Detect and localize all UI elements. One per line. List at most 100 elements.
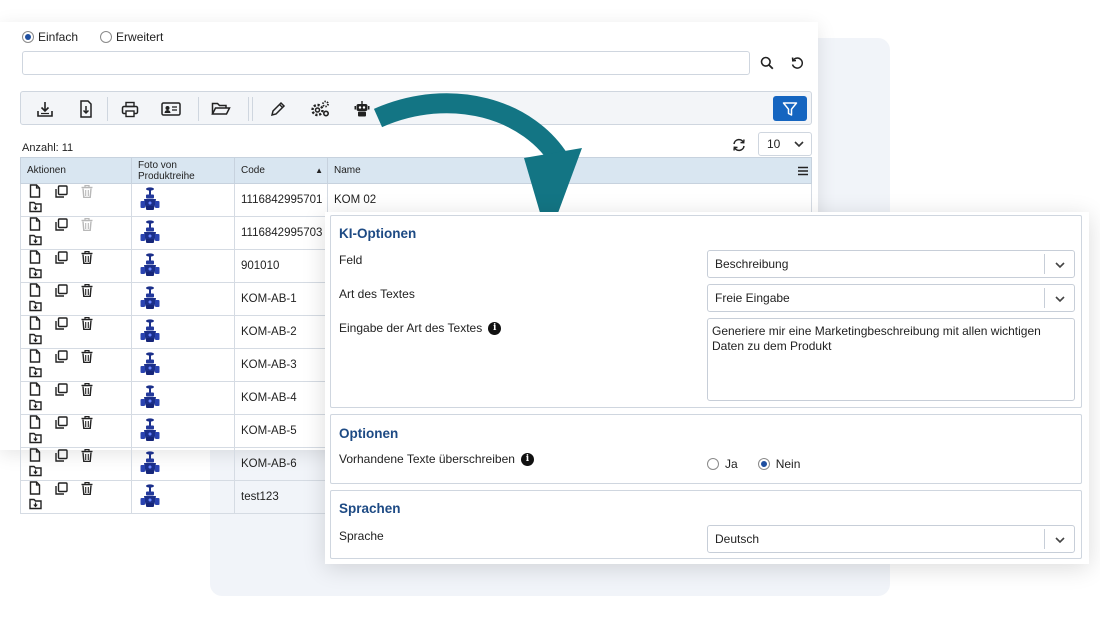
reset-icon[interactable] bbox=[786, 52, 808, 74]
chevron-down-icon bbox=[1055, 537, 1065, 544]
mode-simple-radio[interactable] bbox=[22, 31, 34, 43]
view-document-icon[interactable] bbox=[29, 250, 55, 267]
import-icon[interactable] bbox=[32, 97, 58, 121]
view-document-icon[interactable] bbox=[29, 448, 55, 465]
print-icon[interactable] bbox=[117, 97, 143, 121]
copy-icon[interactable] bbox=[55, 481, 81, 498]
view-document-icon[interactable] bbox=[29, 382, 55, 399]
view-document-icon[interactable] bbox=[29, 349, 55, 366]
mode-advanced-label[interactable]: Erweitert bbox=[116, 30, 163, 44]
delete-icon[interactable] bbox=[81, 250, 107, 267]
filter-button[interactable] bbox=[773, 96, 807, 121]
ki-options-section: KI-Optionen Feld Beschreibung Art des Te… bbox=[330, 215, 1082, 408]
row-code: 901010 bbox=[234, 249, 328, 283]
info-icon[interactable]: i bbox=[488, 321, 502, 335]
row-actions bbox=[20, 282, 132, 316]
sprachen-section: Sprachen Sprache Deutsch bbox=[330, 490, 1082, 559]
delete-icon[interactable] bbox=[81, 382, 107, 399]
delete-icon bbox=[81, 217, 107, 234]
product-photo bbox=[131, 315, 235, 349]
column-header-code[interactable]: Code ▲ bbox=[234, 157, 328, 184]
export-icon[interactable] bbox=[73, 97, 99, 121]
copy-icon[interactable] bbox=[55, 415, 81, 432]
overwrite-no-label[interactable]: Nein bbox=[776, 457, 801, 471]
eingabe-label-text: Eingabe der Art des Textes bbox=[339, 321, 483, 335]
settings-icon[interactable] bbox=[307, 97, 333, 121]
copy-icon[interactable] bbox=[55, 448, 81, 465]
info-icon[interactable]: i bbox=[520, 452, 534, 466]
sprache-select-value: Deutsch bbox=[715, 532, 760, 546]
delete-icon[interactable] bbox=[81, 283, 107, 300]
move-to-folder-icon[interactable] bbox=[29, 234, 55, 249]
row-code: 1116842995701 bbox=[234, 183, 328, 217]
move-to-folder-icon[interactable] bbox=[29, 399, 55, 414]
mode-simple-label[interactable]: Einfach bbox=[38, 30, 78, 44]
view-document-icon[interactable] bbox=[29, 415, 55, 432]
copy-icon[interactable] bbox=[55, 382, 81, 399]
delete-icon[interactable] bbox=[81, 349, 107, 366]
move-to-folder-icon[interactable] bbox=[29, 366, 55, 381]
chevron-down-icon bbox=[1055, 296, 1065, 303]
overwrite-no-radio[interactable] bbox=[757, 458, 770, 470]
copy-icon[interactable] bbox=[55, 250, 81, 267]
search-icon[interactable] bbox=[756, 52, 778, 74]
move-to-folder-icon[interactable] bbox=[29, 201, 55, 216]
copy-icon[interactable] bbox=[55, 283, 81, 300]
column-header-name-label: Name bbox=[334, 165, 361, 176]
art-select-value: Freie Eingabe bbox=[715, 291, 790, 305]
delete-icon[interactable] bbox=[81, 316, 107, 333]
view-document-icon[interactable] bbox=[29, 184, 55, 201]
row-actions bbox=[20, 480, 132, 514]
feld-select[interactable]: Beschreibung bbox=[707, 250, 1075, 278]
overwrite-yes-radio[interactable] bbox=[707, 458, 719, 470]
row-actions bbox=[20, 216, 132, 250]
move-to-folder-icon[interactable] bbox=[29, 300, 55, 315]
move-to-folder-icon[interactable] bbox=[29, 432, 55, 447]
sprache-select[interactable]: Deutsch bbox=[707, 525, 1075, 553]
copy-icon[interactable] bbox=[55, 184, 81, 201]
stage: Einfach Erweitert Anzahl: 11 10 Aktionen… bbox=[0, 0, 1100, 635]
page-size-select[interactable]: 10 bbox=[758, 132, 812, 156]
contact-card-icon[interactable] bbox=[158, 97, 184, 121]
delete-icon[interactable] bbox=[81, 481, 107, 498]
result-count: Anzahl: 11 bbox=[22, 142, 74, 154]
delete-icon bbox=[81, 184, 107, 201]
view-document-icon[interactable] bbox=[29, 316, 55, 333]
row-actions bbox=[20, 414, 132, 448]
product-photo bbox=[131, 447, 235, 481]
column-header-photo[interactable]: Foto von Produktreihe bbox=[131, 157, 235, 184]
view-document-icon[interactable] bbox=[29, 283, 55, 300]
eingabe-textarea[interactable]: Generiere mir eine Marketingbeschreibung… bbox=[707, 318, 1075, 401]
delete-icon[interactable] bbox=[81, 415, 107, 432]
mode-advanced-radio[interactable] bbox=[100, 31, 113, 43]
search-mode-group: Einfach Erweitert bbox=[22, 30, 181, 44]
overwrite-yes-label[interactable]: Ja bbox=[725, 457, 738, 471]
pencil-icon[interactable] bbox=[265, 97, 291, 121]
ai-options-dialog: KI-Optionen Feld Beschreibung Art des Te… bbox=[325, 212, 1089, 564]
overwrite-radio-group: Ja Nein bbox=[707, 457, 814, 471]
column-header-code-label: Code bbox=[241, 165, 265, 176]
copy-icon[interactable] bbox=[55, 349, 81, 366]
view-document-icon[interactable] bbox=[29, 481, 55, 498]
refresh-icon[interactable] bbox=[728, 134, 750, 156]
search-input[interactable] bbox=[22, 51, 750, 75]
sprachen-title: Sprachen bbox=[339, 501, 401, 516]
row-code: KOM-AB-1 bbox=[234, 282, 328, 316]
move-to-folder-icon[interactable] bbox=[29, 267, 55, 282]
delete-icon[interactable] bbox=[81, 448, 107, 465]
move-to-folder-icon[interactable] bbox=[29, 333, 55, 348]
row-actions bbox=[20, 183, 132, 217]
folder-open-icon[interactable] bbox=[208, 97, 234, 121]
column-menu-icon[interactable] bbox=[798, 166, 808, 176]
product-photo bbox=[131, 381, 235, 415]
sort-icon[interactable]: ▲ bbox=[315, 166, 323, 175]
move-to-folder-icon[interactable] bbox=[29, 465, 55, 480]
toolbar-separator bbox=[252, 97, 253, 121]
view-document-icon[interactable] bbox=[29, 217, 55, 234]
feld-label-text: Feld bbox=[339, 253, 363, 267]
copy-icon[interactable] bbox=[55, 217, 81, 234]
move-to-folder-icon[interactable] bbox=[29, 498, 55, 513]
art-select[interactable]: Freie Eingabe bbox=[707, 284, 1075, 312]
eingabe-label: Eingabe der Art des Textes i bbox=[339, 321, 502, 335]
copy-icon[interactable] bbox=[55, 316, 81, 333]
